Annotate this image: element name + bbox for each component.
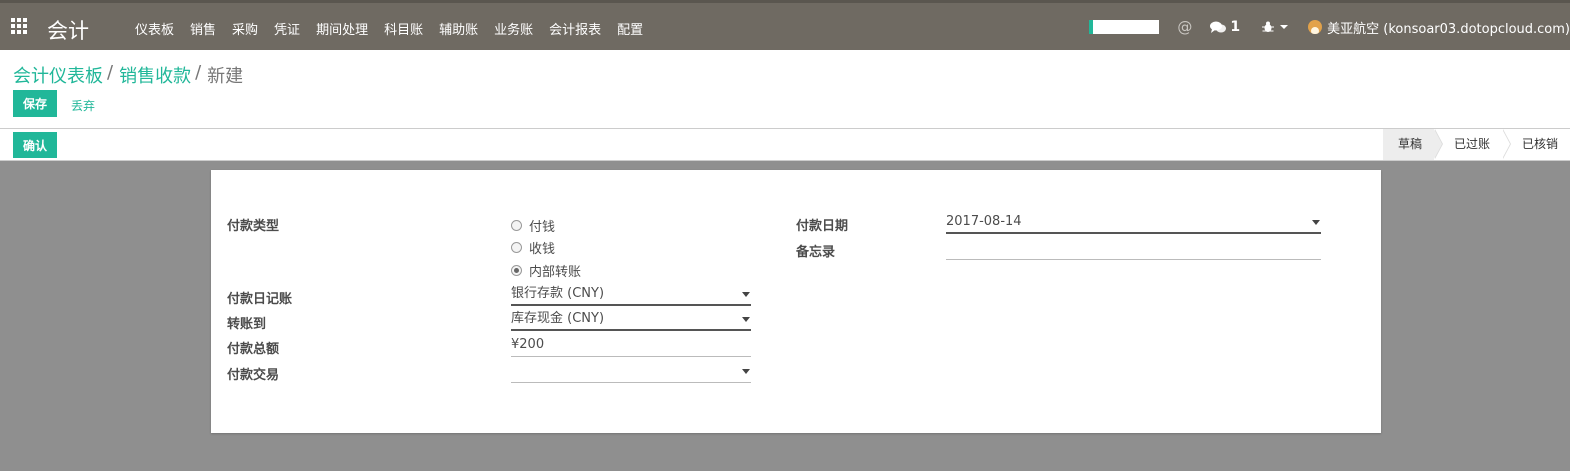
radio-label: 收钱 (529, 242, 556, 257)
discard-button[interactable]: 丢弃 (71, 97, 95, 114)
form-sheet: 付款类型 付钱 收钱 内部转账 付款日记账 银行存款 (CNY) 转账到 库存现… (211, 170, 1381, 433)
status-stages: 草稿 已过账 已核销 (1382, 129, 1570, 160)
message-count: 1 (1230, 19, 1241, 35)
transaction-select[interactable] (511, 361, 751, 383)
payment-date-value: 2017-08-14 (946, 214, 1022, 229)
transfer-to-label: 转账到 (227, 317, 267, 332)
menu-item-vouchers[interactable]: 凭证 (274, 19, 300, 38)
memo-label: 备忘录 (796, 245, 836, 260)
radio-label: 付钱 (529, 220, 556, 235)
menu-item-purchase[interactable]: 采购 (232, 19, 258, 38)
save-button[interactable]: 保存 (13, 90, 57, 117)
breadcrumb-dashboard[interactable]: 会计仪表板 (13, 62, 103, 88)
radio-label: 内部转账 (529, 265, 582, 280)
amount-input[interactable]: ¥200 (511, 335, 751, 357)
apps-grid-icon[interactable] (11, 18, 29, 34)
menu-item-sales[interactable]: 销售 (190, 19, 216, 38)
control-panel: 会计仪表板 / 销售收款 / 新建 保存 丢弃 (0, 50, 1570, 129)
at-icon[interactable]: @ (1177, 18, 1192, 36)
top-navbar: 会计 仪表板 销售 采购 凭证 期间处理 科目账 辅助账 业务账 会计报表 配置… (0, 0, 1570, 50)
chevron-down-icon (742, 317, 750, 322)
messages-button[interactable]: 1 (1210, 19, 1240, 35)
radio-button[interactable] (511, 220, 522, 231)
radio-button-selected[interactable] (511, 265, 522, 276)
payment-date-label: 付款日期 (796, 219, 849, 234)
chevron-down-icon (1280, 25, 1289, 29)
transaction-label: 付款交易 (227, 368, 280, 383)
journal-label: 付款日记账 (227, 292, 293, 307)
user-menu[interactable]: 美亚航空 (konsoar03.dotopcloud.com) (1308, 18, 1570, 37)
navbar-right-tools: @ 1 美亚航空 (konsoar03.dotopcloud.com) (1089, 17, 1570, 37)
radio-button[interactable] (511, 242, 522, 253)
avatar (1308, 20, 1323, 34)
journal-value: 银行存款 (CNY) (511, 286, 605, 301)
chevron-down-icon (742, 369, 750, 374)
breadcrumb-current: 新建 (207, 66, 244, 87)
journal-select[interactable]: 银行存款 (CNY) (511, 284, 751, 306)
transfer-to-select[interactable]: 库存现金 (CNY) (511, 309, 751, 331)
chat-icon (1210, 21, 1227, 33)
radio-option-internal-transfer[interactable]: 内部转账 (511, 261, 581, 280)
menu-item-business-ledger[interactable]: 业务账 (494, 19, 533, 38)
memo-input[interactable] (946, 238, 1321, 260)
radio-option-pay[interactable]: 付钱 (511, 216, 555, 235)
stage-reconciled[interactable]: 已核销 (1501, 129, 1570, 160)
menu-item-reports[interactable]: 会计报表 (549, 19, 601, 38)
transfer-to-value: 库存现金 (CNY) (511, 311, 605, 326)
breadcrumb-separator: / (107, 62, 114, 83)
payment-date-input[interactable]: 2017-08-14 (946, 212, 1321, 234)
radio-option-receive[interactable]: 收钱 (511, 238, 555, 257)
debug-menu[interactable] (1262, 21, 1289, 33)
payment-type-label: 付款类型 (227, 219, 280, 234)
breadcrumb-sales-payments[interactable]: 销售收款 (119, 62, 191, 88)
breadcrumb-separator: / (195, 62, 202, 83)
stage-posted[interactable]: 已过账 (1433, 129, 1512, 160)
chevron-down-icon (742, 292, 750, 297)
menu-item-aux-ledger[interactable]: 辅助账 (439, 19, 478, 38)
stage-draft[interactable]: 草稿 (1382, 129, 1443, 160)
app-title: 会计 (47, 19, 89, 43)
menu-item-dashboard[interactable]: 仪表板 (135, 19, 174, 38)
breadcrumb: 会计仪表板 / 销售收款 / 新建 (13, 62, 243, 88)
status-indicator[interactable] (1089, 20, 1160, 34)
form-statusbar: 确认 草稿 已过账 已核销 (0, 129, 1570, 161)
main-menu: 仪表板 销售 采购 凭证 期间处理 科目账 辅助账 业务账 会计报表 配置 (135, 19, 659, 38)
bug-icon (1262, 21, 1275, 32)
menu-item-config[interactable]: 配置 (617, 19, 643, 38)
amount-value: ¥200 (511, 337, 545, 352)
amount-label: 付款总额 (227, 342, 280, 357)
chevron-down-icon (1312, 220, 1320, 225)
user-name: 美亚航空 (konsoar03.dotopcloud.com) (1327, 21, 1570, 37)
menu-item-period[interactable]: 期间处理 (316, 19, 368, 38)
confirm-button[interactable]: 确认 (13, 132, 57, 158)
menu-item-ledger[interactable]: 科目账 (384, 19, 423, 38)
